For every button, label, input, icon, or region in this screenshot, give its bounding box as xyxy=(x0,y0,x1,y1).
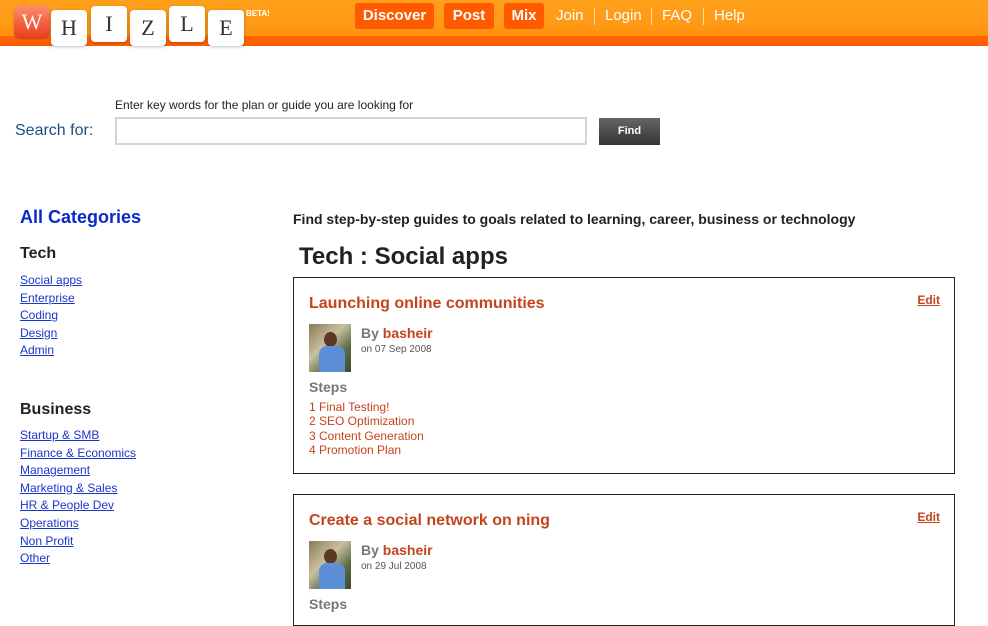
nav-mix[interactable]: Mix xyxy=(504,3,544,29)
step-link[interactable]: 3 Content Generation xyxy=(309,429,424,443)
edit-link[interactable]: Edit xyxy=(917,510,940,524)
nav-post[interactable]: Post xyxy=(444,3,494,29)
post-date: on 07 Sep 2008 xyxy=(361,344,432,355)
steps-heading: Steps xyxy=(309,596,348,612)
step-link[interactable]: 4 Promotion Plan xyxy=(309,443,401,457)
tagline: Find step-by-step guides to goals relate… xyxy=(293,211,856,227)
search-input[interactable] xyxy=(115,117,587,145)
logo-letter-e: E xyxy=(208,10,244,46)
category-link-coding[interactable]: Coding xyxy=(20,308,58,322)
logo[interactable]: W H I Z L E BETA! xyxy=(0,0,270,46)
logo-letter-w: W xyxy=(14,6,50,38)
step-link[interactable]: 1 Final Testing! xyxy=(309,400,390,414)
by-label: By xyxy=(361,542,379,558)
guide-title-link[interactable]: Create a social network on ning xyxy=(309,512,550,530)
category-link-management[interactable]: Management xyxy=(20,463,90,477)
author-line: By basheir xyxy=(361,542,433,558)
nav-join[interactable]: Join xyxy=(556,3,584,29)
category-link-startup-smb[interactable]: Startup & SMB xyxy=(20,428,99,442)
category-link-finance-economics[interactable]: Finance & Economics xyxy=(20,446,136,460)
nav-separator xyxy=(703,8,704,25)
nav-faq[interactable]: FAQ xyxy=(662,3,692,29)
find-button[interactable]: Find xyxy=(599,118,660,145)
edit-link[interactable]: Edit xyxy=(917,293,940,307)
steps-list: 1 Final Testing! 2 SEO Optimization 3 Co… xyxy=(309,400,424,458)
post-date: on 29 Jul 2008 xyxy=(361,561,427,572)
author-link[interactable]: basheir xyxy=(383,542,433,558)
category-link-marketing-sales[interactable]: Marketing & Sales xyxy=(20,481,117,495)
category-link-enterprise[interactable]: Enterprise xyxy=(20,291,75,305)
nav-discover[interactable]: Discover xyxy=(355,3,434,29)
author-avatar[interactable] xyxy=(309,324,351,372)
category-list-business: Startup & SMB Finance & Economics Manage… xyxy=(20,426,136,567)
nav-separator xyxy=(594,8,595,25)
guide-title-link[interactable]: Launching online communities xyxy=(309,295,545,313)
category-link-admin[interactable]: Admin xyxy=(20,343,54,357)
category-heading-business: Business xyxy=(20,401,92,418)
nav-separator xyxy=(651,8,652,25)
nav-login[interactable]: Login xyxy=(605,3,642,29)
guide-card: Create a social network on ning Edit By … xyxy=(293,494,955,626)
search-label: Search for: xyxy=(15,122,94,139)
logo-letter-i: I xyxy=(91,6,127,42)
all-categories-link[interactable]: All Categories xyxy=(20,207,141,228)
section-title: Tech : Social apps xyxy=(299,243,508,270)
logo-letter-h: H xyxy=(51,10,87,46)
category-link-social-apps[interactable]: Social apps xyxy=(20,273,82,287)
step-link[interactable]: 2 SEO Optimization xyxy=(309,414,414,428)
logo-letter-l: L xyxy=(169,6,205,42)
author-line: By basheir xyxy=(361,325,433,341)
category-link-other[interactable]: Other xyxy=(20,551,50,565)
by-label: By xyxy=(361,325,379,341)
steps-heading: Steps xyxy=(309,379,348,395)
category-link-design[interactable]: Design xyxy=(20,326,57,340)
category-link-hr-people-dev[interactable]: HR & People Dev xyxy=(20,498,114,512)
category-heading-tech: Tech xyxy=(20,245,57,262)
beta-badge: BETA! xyxy=(246,9,270,18)
category-link-operations[interactable]: Operations xyxy=(20,516,79,530)
nav-help[interactable]: Help xyxy=(714,3,745,29)
category-list-tech: Social apps Enterprise Coding Design Adm… xyxy=(20,271,82,359)
author-link[interactable]: basheir xyxy=(383,325,433,341)
search-hint: Enter key words for the plan or guide yo… xyxy=(115,98,414,112)
category-link-non-profit[interactable]: Non Profit xyxy=(20,534,73,548)
guide-card: Launching online communities Edit By bas… xyxy=(293,277,955,474)
logo-letter-z: Z xyxy=(130,10,166,46)
author-avatar[interactable] xyxy=(309,541,351,589)
